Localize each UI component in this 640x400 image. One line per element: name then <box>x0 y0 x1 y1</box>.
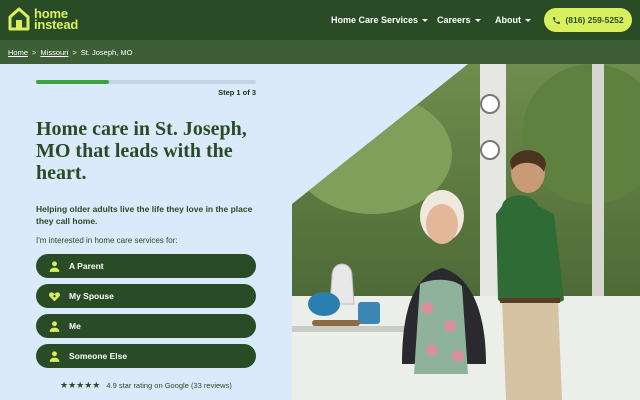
logo-wordmark: home instead <box>34 7 79 32</box>
breadcrumb-separator: > <box>72 47 77 57</box>
nav-careers[interactable]: Careers <box>437 0 481 40</box>
option-a-parent-button[interactable]: A Parent <box>36 254 256 278</box>
person-icon <box>48 320 61 333</box>
step-progress-fill <box>36 80 109 84</box>
logo-word-instead: instead <box>34 17 79 32</box>
nav-home-care-services[interactable]: Home Care Services <box>331 0 429 40</box>
option-label: A Parent <box>69 261 104 271</box>
breadcrumb-home[interactable]: Home <box>8 48 28 57</box>
option-label: My Spouse <box>69 291 114 301</box>
option-label: Someone Else <box>69 351 128 361</box>
option-label: Me <box>69 321 81 331</box>
option-me-button[interactable]: Me <box>36 314 256 338</box>
step-progress-bar <box>36 80 256 84</box>
option-my-spouse-button[interactable]: My Spouse <box>36 284 256 308</box>
chevron-down-icon <box>422 18 429 22</box>
page-subtitle: Helping older adults live the life they … <box>36 204 253 226</box>
person-icon <box>48 350 61 363</box>
page-title: Home care in St. Joseph, MO that leads w… <box>36 118 247 184</box>
nav-careers-label: Careers <box>437 15 471 25</box>
phone-button[interactable]: (816) 259-5252 <box>544 8 632 32</box>
step-indicator: Step 1 of 3 <box>218 88 256 97</box>
nav-home-care-services-label: Home Care Services <box>331 15 419 25</box>
breadcrumb: Home > Missouri > St. Joseph, MO <box>0 40 640 64</box>
nav-about-label: About <box>495 15 521 25</box>
hero-photo <box>292 64 640 400</box>
google-rating: ★★★★★ 4.9 star rating on Google (33 revi… <box>60 380 232 391</box>
person-icon <box>48 260 61 273</box>
nav-about[interactable]: About <box>495 0 531 40</box>
option-someone-else-button[interactable]: Someone Else <box>36 344 256 368</box>
care-form-panel: Step 1 of 3 Home care in St. Joseph, MO … <box>0 64 292 400</box>
star-rating-icon: ★★★★★ <box>60 380 101 390</box>
house-logo-icon <box>8 7 30 31</box>
breadcrumb-current: St. Joseph, MO <box>80 47 133 57</box>
home-instead-logo[interactable]: home instead <box>8 7 78 31</box>
chevron-down-icon <box>525 18 531 22</box>
phone-icon <box>553 16 561 24</box>
breadcrumb-separator: > <box>32 47 37 57</box>
caregiver-photo-illustration <box>292 64 640 400</box>
site-header: home instead Home Care Services Careers … <box>0 0 640 40</box>
rating-text: 4.9 star rating on Google (33 reviews) <box>106 381 232 390</box>
breadcrumb-missouri[interactable]: Missouri <box>40 48 68 57</box>
chevron-down-icon <box>474 18 481 22</box>
options-prompt: I'm interested in home care services for… <box>36 236 178 245</box>
heart-icon <box>48 290 61 303</box>
phone-number: (816) 259-5252 <box>565 15 624 25</box>
